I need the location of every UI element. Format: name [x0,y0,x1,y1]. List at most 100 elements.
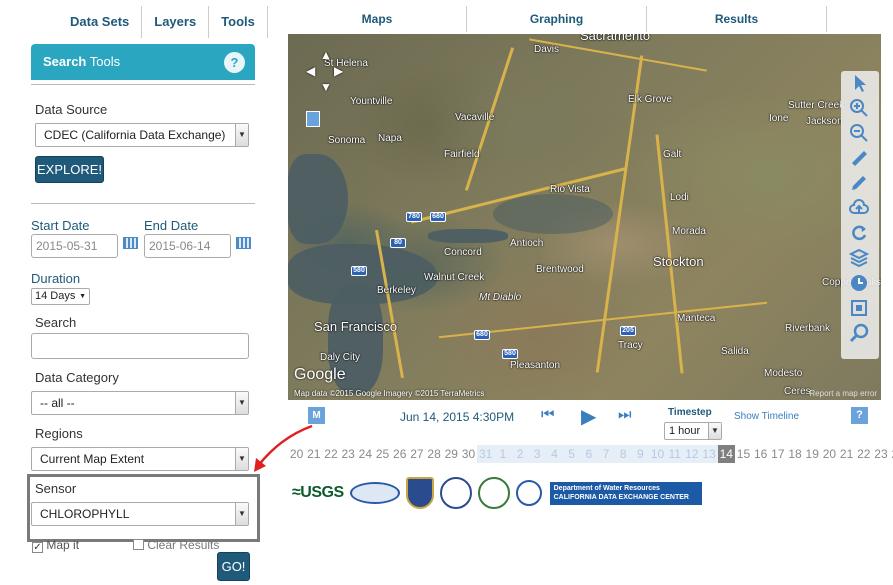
pointer-icon[interactable] [848,73,870,95]
show-timeline-link[interactable]: Show Timeline [734,411,799,422]
timeline-day[interactable]: 22 [855,445,872,463]
timeline-day[interactable]: 27 [408,445,425,463]
city-label: Fairfield [444,149,480,160]
tab-results[interactable]: Results [647,6,827,32]
timeline-day[interactable]: 31 [477,445,495,463]
tab-layers[interactable]: Layers [142,6,210,38]
tab-data-sets[interactable]: Data Sets [58,6,143,38]
timeline-day[interactable]: 29 [443,445,460,463]
calendar-icon[interactable] [236,237,251,249]
timeline-day[interactable]: 10 [648,445,667,463]
draw-icon[interactable] [848,173,870,195]
refresh-icon[interactable] [848,223,870,245]
timeline-day[interactable]: 23 [872,445,889,463]
timeline-day[interactable]: 1 [494,445,512,463]
timeline-days[interactable]: 20 21 22 23 24 25 26 27 28 29 30 31 1 2 3 4 5 6 7 8 9 10 11 12 1… [288,445,893,463]
timeline-day[interactable]: 9 [631,445,649,463]
city-label: Manteca [677,313,716,324]
timeline-day[interactable]: 15 [735,445,752,463]
clear-results-option[interactable]: Clear Results [133,538,219,552]
play-icon[interactable]: ▶ [581,404,596,429]
timeline-day[interactable]: 3 [528,445,546,463]
duration-value: 14 Days [35,290,76,302]
map-it-option[interactable]: ✓ Map it [32,538,79,553]
start-date-label: Start Date [31,218,90,233]
bay-water [288,154,348,244]
city-label: Lodi [670,192,689,203]
city-label: Napa [378,133,402,144]
city-label: San Francisco [314,319,398,334]
step-back-icon[interactable]: ⏮ [541,406,555,423]
start-date-input[interactable]: 2015-05-31 [31,234,118,258]
map-view[interactable]: 780 680 580 680 580 205 80 Sacramento Da… [288,34,881,400]
search-input[interactable] [31,333,249,359]
timeline-day[interactable]: 21 [305,445,322,463]
highway-shield: 205 [620,326,636,336]
arrow-right-icon[interactable]: ▶ [334,64,343,78]
explore-button[interactable]: EXPLORE! [35,156,104,183]
report-map-error-link[interactable]: Report a map error [809,389,877,398]
data-source-select[interactable]: CDEC (California Data Exchange) ▼ [35,123,249,147]
sensor-label: Sensor [35,481,77,496]
sensor-value: CHLOROPHYLL [40,507,130,521]
end-date-input[interactable]: 2015-06-14 [144,234,231,258]
timeline-day[interactable]: 13 [700,445,718,463]
city-label: Galt [663,149,682,160]
timeline-day[interactable]: 21 [838,445,855,463]
timeline-day[interactable]: 26 [391,445,408,463]
clock-icon[interactable] [848,273,870,295]
help-icon[interactable]: ? [224,52,245,73]
timeline-day[interactable]: 20 [288,445,305,463]
tab-graphing[interactable]: Graphing [467,6,647,32]
upload-icon[interactable] [848,198,870,220]
tab-tools[interactable]: Tools [209,6,268,38]
timeline-day[interactable]: 19 [804,445,821,463]
timeline-day[interactable]: 8 [614,445,632,463]
map-it-checkbox[interactable]: ✓ [32,542,43,553]
arrow-left-icon[interactable]: ◀ [306,64,315,78]
go-button[interactable]: GO! [217,552,250,581]
calendar-icon[interactable] [123,237,138,249]
timeline-day[interactable]: 28 [426,445,443,463]
sensor-select[interactable]: CHLOROPHYLL ▼ [31,502,249,526]
divider [31,84,255,85]
timeline-day[interactable]: 6 [580,445,598,463]
timeline-day[interactable]: 24 [890,445,893,463]
zoom-in-icon[interactable] [848,98,870,120]
timeline-day[interactable]: 4 [545,445,563,463]
timeline-day[interactable]: 14 [717,445,735,463]
zoom-out-icon[interactable] [848,123,870,145]
measure-icon[interactable] [848,148,870,170]
timeline-day[interactable]: 22 [322,445,339,463]
tab-maps[interactable]: Maps [288,6,467,32]
step-forward-icon[interactable]: ⏭ [618,406,632,423]
help-icon[interactable]: ? [851,407,868,424]
search-icon[interactable] [848,323,870,345]
arrow-down-icon[interactable]: ▼ [320,80,332,94]
timeline-day[interactable]: 12 [683,445,701,463]
timeline-day[interactable]: 11 [666,445,684,463]
timeline-day[interactable]: 24 [357,445,374,463]
timeline-day[interactable]: 5 [563,445,581,463]
layers-icon[interactable] [848,248,870,270]
timeline-day[interactable]: 2 [511,445,529,463]
fullscreen-icon[interactable] [848,298,870,320]
arrow-up-icon[interactable]: ▲ [320,48,332,62]
timeline-day[interactable]: 18 [786,445,803,463]
timeline-day[interactable]: 17 [769,445,786,463]
timeline-day[interactable]: 16 [752,445,769,463]
regions-select[interactable]: Current Map Extent ▼ [31,447,249,471]
timeline-day[interactable]: 25 [374,445,391,463]
timeline-day[interactable]: 30 [460,445,477,463]
pan-control[interactable]: ▲ ◀ ▶ ▼ [306,48,350,94]
data-category-select[interactable]: -- all -- ▼ [31,391,249,415]
timeline-day[interactable]: 20 [821,445,838,463]
street-view-icon[interactable] [306,111,320,127]
m-button[interactable]: M [308,407,325,424]
city-label: Ceres [784,386,811,397]
timeline-day[interactable]: 7 [597,445,615,463]
timeline-day[interactable]: 23 [340,445,357,463]
timestep-select[interactable]: 1 hour ▼ [664,422,722,440]
clear-results-checkbox[interactable] [133,539,144,550]
duration-select[interactable]: 14 Days ▼ [31,288,90,305]
